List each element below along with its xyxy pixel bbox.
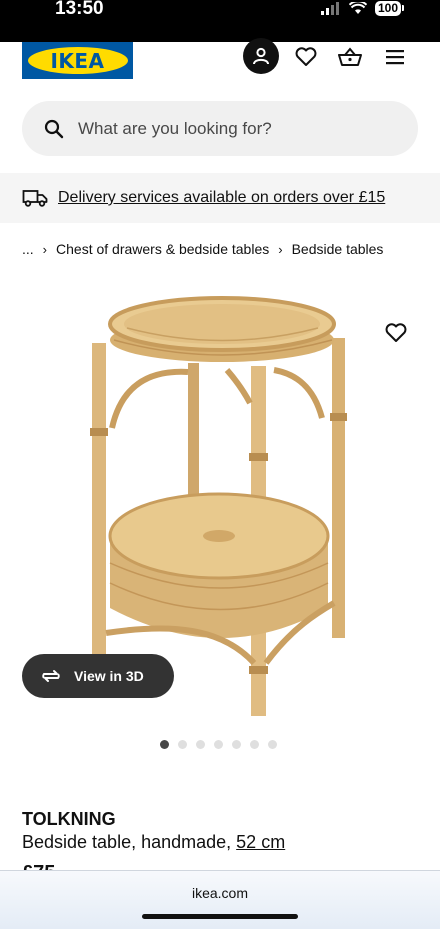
logo-text: IKEA	[50, 48, 105, 73]
wifi-icon	[348, 1, 367, 14]
product-price: £75	[22, 862, 55, 870]
table-leg	[92, 343, 106, 663]
home-indicator	[142, 914, 298, 919]
breadcrumb-item-bedside-tables[interactable]: Bedside tables	[292, 241, 384, 257]
menu-button[interactable]	[382, 44, 408, 70]
carousel-dot[interactable]	[178, 740, 187, 749]
carousel-dot[interactable]	[268, 740, 277, 749]
product-description-text: Bedside table, handmade,	[22, 832, 232, 852]
basket-lid-center	[203, 530, 235, 542]
carousel-dot[interactable]	[214, 740, 223, 749]
delivery-banner: Delivery services available on orders ov…	[0, 173, 440, 223]
carousel-dot[interactable]	[250, 740, 259, 749]
rotate-3d-icon	[42, 670, 60, 682]
product-name: TOLKNING	[22, 809, 116, 829]
site-header: IKEA	[0, 38, 440, 90]
logo-oval: IKEA	[27, 47, 128, 74]
battery-indicator: 100	[374, 0, 401, 16]
battery-tip	[402, 5, 404, 11]
breadcrumb: ... › Chest of drawers & bedside tables …	[22, 241, 383, 257]
browser-bar: ikea.com	[0, 870, 440, 929]
product-size-link[interactable]: 52 cm	[236, 832, 285, 852]
tray-inner	[124, 304, 320, 344]
leg-binding	[249, 666, 268, 674]
wishlist-button[interactable]	[293, 44, 319, 70]
chevron-right-icon: ›	[278, 241, 283, 257]
table-support	[273, 367, 325, 419]
search-icon	[44, 119, 64, 138]
basket-button[interactable]	[337, 44, 363, 70]
breadcrumb-item-chest-of-drawers[interactable]: Chest of drawers & bedside tables	[56, 241, 269, 257]
search-placeholder: What are you looking for?	[78, 118, 272, 138]
table-leg	[332, 338, 345, 638]
table-support	[109, 368, 189, 429]
delivery-link[interactable]: Delivery services available on orders ov…	[58, 189, 385, 207]
account-icon	[253, 47, 269, 65]
view-in-3d-button[interactable]: View in 3D	[22, 654, 174, 698]
status-time: 13:50	[55, 0, 104, 19]
status-bar: 13:50 100	[0, 0, 440, 42]
account-button[interactable]	[243, 38, 279, 74]
heart-icon	[295, 47, 317, 66]
carousel-dot[interactable]	[232, 740, 241, 749]
browser-url[interactable]: ikea.com	[0, 885, 440, 901]
table-support	[224, 368, 253, 405]
heart-icon	[385, 323, 407, 342]
carousel-dot[interactable]	[160, 740, 169, 749]
status-icons: 100	[320, 0, 404, 16]
breadcrumb-ellipsis[interactable]: ...	[22, 241, 34, 257]
menu-icon	[386, 50, 404, 65]
ikea-logo[interactable]: IKEA	[22, 42, 133, 79]
truck-icon	[22, 190, 48, 207]
leg-binding	[90, 428, 108, 436]
carousel-dot[interactable]	[196, 740, 205, 749]
add-to-wishlist-button[interactable]	[383, 320, 409, 346]
leg-binding	[249, 453, 268, 461]
carousel-dots	[160, 740, 277, 749]
product-description: Bedside table, handmade, 52 cm	[22, 832, 285, 853]
leg-binding	[330, 413, 347, 421]
search-input[interactable]: What are you looking for?	[22, 101, 418, 156]
signal-icon	[320, 1, 339, 15]
view-in-3d-label: View in 3D	[74, 668, 144, 684]
chevron-right-icon: ›	[42, 241, 48, 257]
basket-icon	[338, 47, 362, 66]
